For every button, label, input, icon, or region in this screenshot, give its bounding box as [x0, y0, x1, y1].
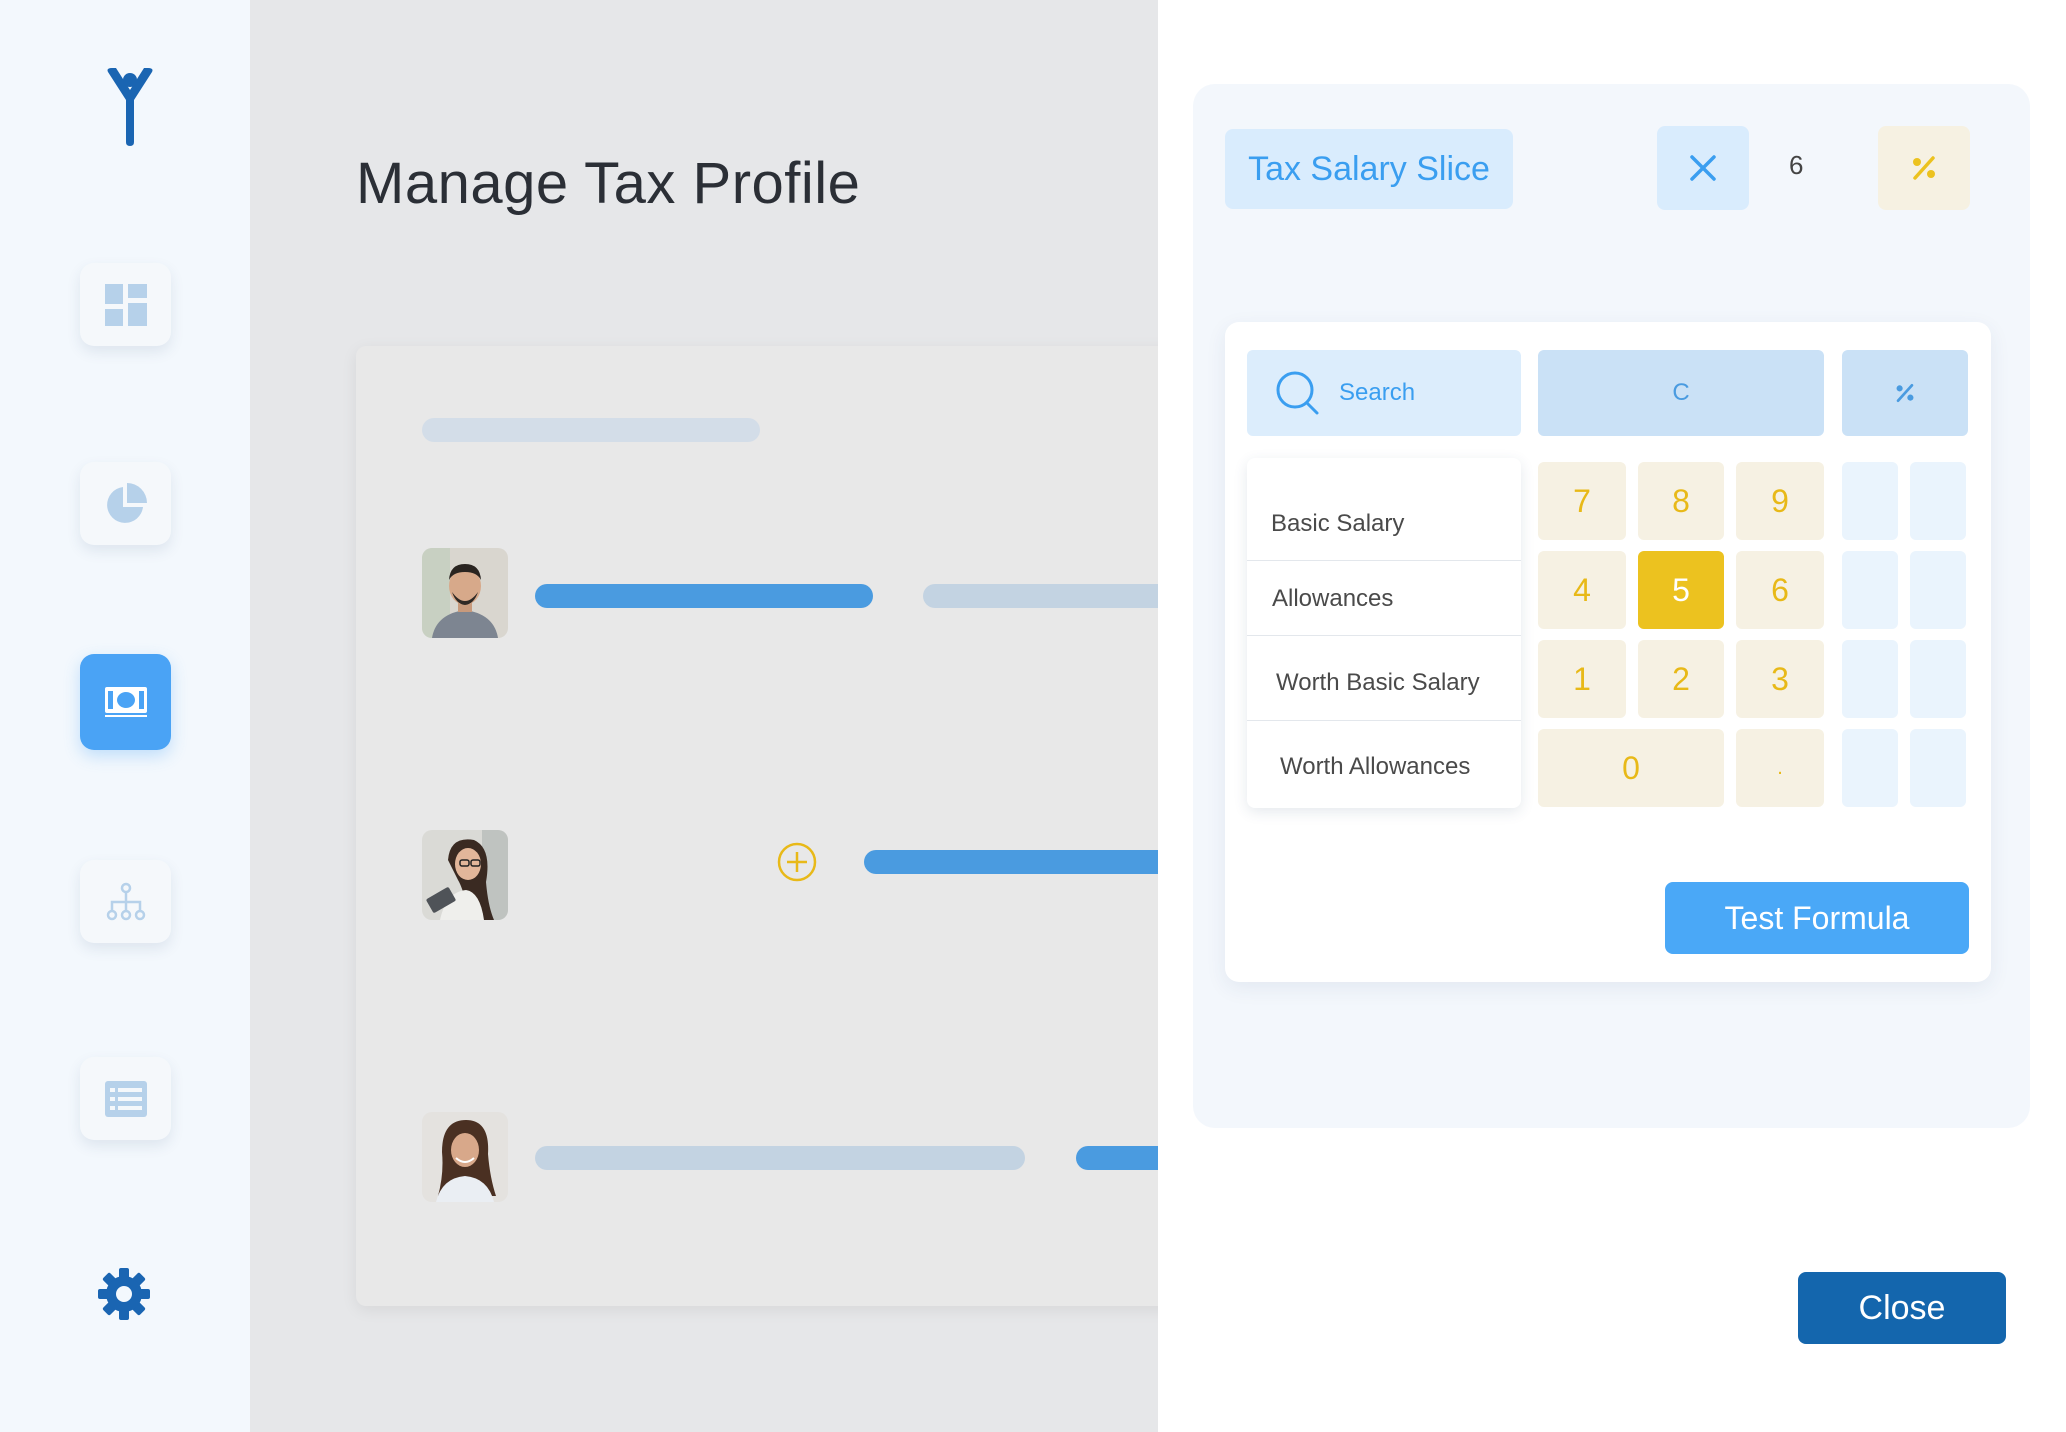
empty-key: [1910, 729, 1966, 807]
page-title: Manage Tax Profile: [356, 151, 861, 216]
app-root: Manage Tax Profile Tax Salary Slice 6 Se…: [0, 0, 2066, 1432]
close-button[interactable]: Close: [1798, 1272, 2006, 1344]
empty-key: [1842, 729, 1898, 807]
divider: [1247, 560, 1521, 561]
placeholder-bar: [422, 418, 760, 442]
key-5[interactable]: 5: [1638, 551, 1724, 629]
empty-key: [1842, 462, 1898, 540]
multiply-icon: [1690, 155, 1716, 181]
key-3[interactable]: 3: [1736, 640, 1824, 718]
progress-bar: [864, 850, 1158, 874]
key-6[interactable]: 6: [1736, 551, 1824, 629]
key-dot[interactable]: .: [1736, 729, 1824, 807]
empty-key: [1842, 640, 1898, 718]
nav-dashboard[interactable]: [80, 263, 171, 346]
search-placeholder: Search: [1339, 379, 1416, 406]
formula-number-chip[interactable]: 6: [1789, 150, 1803, 181]
variable-list: Basic Salary Allowances Worth Basic Sala…: [1247, 458, 1521, 808]
dashboard-icon: [104, 283, 147, 326]
formula-panel: Tax Salary Slice 6 Search C Basic Salary…: [1158, 0, 2066, 1432]
gear-icon: [98, 1268, 150, 1320]
avatar: [422, 1112, 508, 1202]
key-2[interactable]: 2: [1638, 640, 1724, 718]
formula-percent-chip[interactable]: [1878, 126, 1970, 210]
nav-payroll[interactable]: [80, 654, 171, 750]
avatar: [422, 548, 508, 638]
progress-bar: [535, 584, 873, 608]
variable-item[interactable]: Allowances: [1272, 585, 1546, 613]
pie-chart-icon: [106, 482, 147, 523]
key-7[interactable]: 7: [1538, 462, 1626, 540]
variable-item[interactable]: Worth Basic Salary: [1276, 669, 1550, 697]
formula-builder: Search C Basic Salary Allowances Worth B…: [1225, 322, 1991, 982]
key-9[interactable]: 9: [1736, 462, 1824, 540]
search-icon: [1276, 371, 1319, 415]
formula-editor: Tax Salary Slice 6 Search C Basic Salary…: [1193, 84, 2030, 1128]
progress-bar: [1076, 1146, 1158, 1170]
tax-profile-card: [356, 346, 1158, 1306]
main-content: Manage Tax Profile: [250, 0, 1158, 1432]
variable-item[interactable]: Basic Salary: [1271, 510, 1545, 538]
nav-reports[interactable]: [80, 462, 171, 545]
percent-icon: [1913, 156, 1935, 180]
money-icon: [104, 687, 147, 717]
divider: [1247, 635, 1521, 636]
key-8[interactable]: 8: [1638, 462, 1724, 540]
variable-search[interactable]: Search: [1247, 350, 1521, 436]
sidebar: [0, 0, 250, 1432]
test-formula-button[interactable]: Test Formula: [1665, 882, 1969, 954]
divider: [1247, 720, 1521, 721]
formula-variable-chip[interactable]: Tax Salary Slice: [1225, 129, 1513, 209]
nav-organization[interactable]: [80, 860, 171, 943]
empty-key: [1910, 551, 1966, 629]
key-1[interactable]: 1: [1538, 640, 1626, 718]
percent-icon: [1896, 383, 1914, 403]
nav-list[interactable]: [80, 1057, 171, 1140]
list-icon: [104, 1080, 147, 1117]
percent-button[interactable]: [1842, 350, 1968, 436]
avatar: [422, 830, 508, 920]
empty-key: [1910, 640, 1966, 718]
placeholder-bar: [535, 1146, 1025, 1170]
key-4[interactable]: 4: [1538, 551, 1626, 629]
settings-button[interactable]: [96, 1266, 152, 1322]
clear-button[interactable]: C: [1538, 350, 1824, 436]
formula-multiply-chip[interactable]: [1657, 126, 1749, 210]
empty-key: [1910, 462, 1966, 540]
key-0[interactable]: 0: [1538, 729, 1724, 807]
y-logo-icon: [98, 66, 162, 146]
variable-item[interactable]: Worth Allowances: [1280, 753, 1554, 781]
org-chart-icon: [106, 882, 145, 920]
placeholder-bar: [923, 584, 1158, 608]
add-icon[interactable]: [776, 841, 818, 888]
empty-key: [1842, 551, 1898, 629]
